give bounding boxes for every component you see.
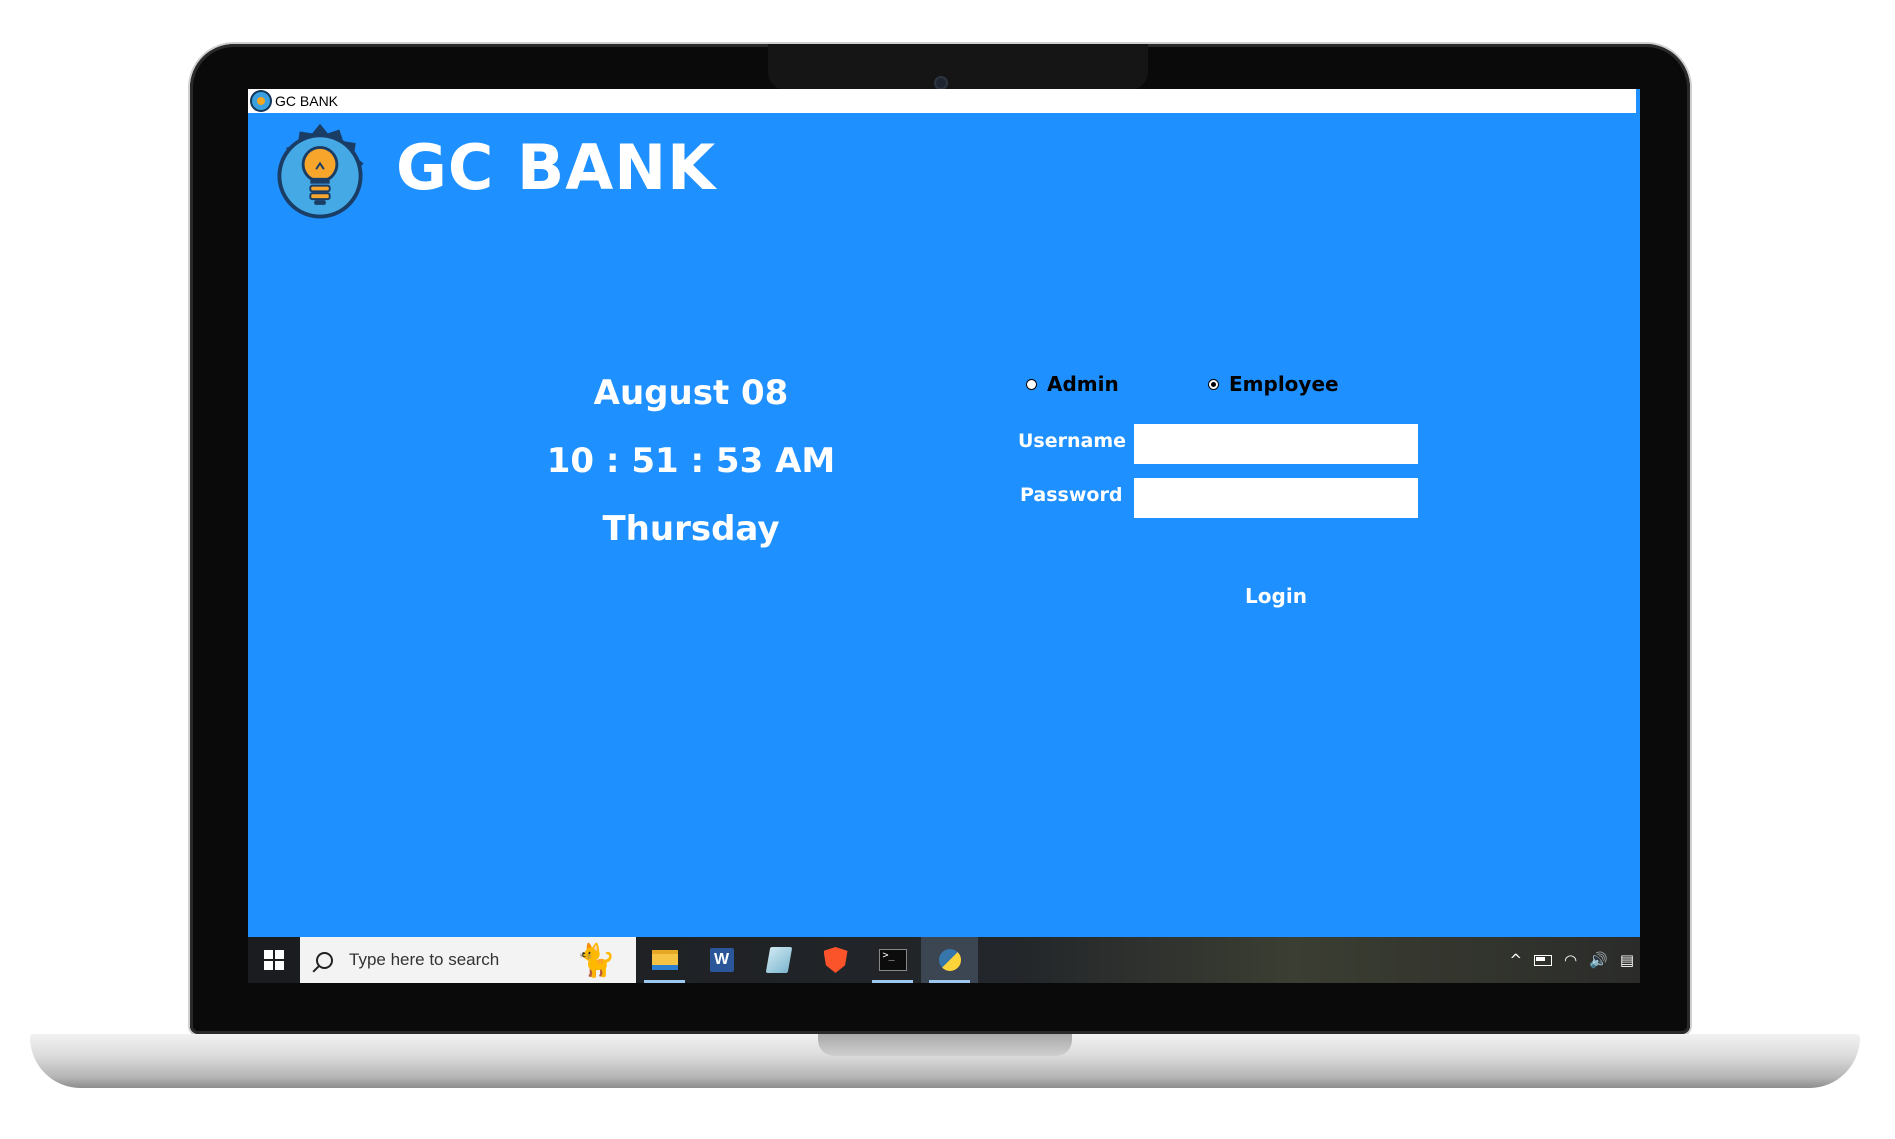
brave-icon	[823, 947, 848, 973]
login-button[interactable]: Login	[1208, 579, 1344, 613]
clock-panel: August 08 10 : 51 : 53 AM Thursday	[528, 359, 854, 563]
python-icon	[938, 949, 961, 971]
system-tray: ^ ◠ 🔊 ▤	[1509, 951, 1640, 969]
volume-icon[interactable]: 🔊	[1589, 951, 1608, 969]
windows-logo-icon	[264, 950, 284, 970]
notifications-icon[interactable]: ▤	[1620, 951, 1634, 969]
current-time: 10 : 51 : 53 AM	[546, 441, 836, 481]
password-field[interactable]	[1134, 478, 1418, 518]
battery-icon[interactable]	[1534, 954, 1553, 966]
terminal-icon: >_	[878, 949, 907, 971]
lightbulb-gear-icon	[277, 123, 364, 219]
brand-title: GC BANK	[396, 131, 717, 204]
current-day: Thursday	[602, 509, 780, 549]
notes-icon	[765, 947, 792, 973]
taskbar: Type here to search 🐈 W >_ ^ ◠ 🔊 ▤	[248, 937, 1640, 983]
username-field[interactable]	[1134, 424, 1418, 464]
window-titlebar[interactable]: GC BANK	[248, 89, 1636, 113]
camera-notch	[768, 44, 1148, 90]
radio-admin-indicator[interactable]	[1026, 378, 1037, 390]
taskbar-app-python[interactable]	[921, 937, 978, 983]
radio-employee[interactable]: Employee	[1208, 372, 1339, 396]
app-window: GC BANK GC BANK August 08 10 : 51 : 53 A…	[248, 89, 1640, 983]
taskbar-app-terminal[interactable]: >_	[864, 937, 921, 983]
webcam	[936, 78, 946, 88]
start-button[interactable]	[248, 937, 300, 983]
taskbar-app-notes[interactable]	[750, 937, 807, 983]
search-icon	[316, 951, 333, 969]
password-label: Password	[1020, 484, 1123, 506]
file-explorer-icon	[651, 950, 678, 970]
radio-admin[interactable]: Admin	[1026, 372, 1119, 396]
word-icon: W	[709, 948, 734, 972]
taskbar-app-word[interactable]: W	[693, 937, 750, 983]
laptop-opening-notch	[818, 1034, 1072, 1056]
taskbar-app-brave[interactable]	[807, 937, 864, 983]
radio-employee-indicator[interactable]	[1208, 378, 1219, 390]
current-date: August 08	[593, 373, 789, 413]
radio-employee-label: Employee	[1229, 372, 1339, 396]
app-title-icon	[252, 92, 270, 110]
cat-icon: 🐈	[576, 941, 616, 979]
window-title: GC BANK	[275, 93, 339, 109]
chevron-up-icon[interactable]: ^	[1509, 951, 1522, 969]
username-label: Username	[1018, 430, 1127, 452]
search-placeholder: Type here to search	[349, 950, 500, 969]
wifi-icon[interactable]: ◠	[1564, 951, 1577, 969]
taskbar-app-file-explorer[interactable]	[636, 937, 693, 983]
radio-admin-label: Admin	[1047, 372, 1119, 396]
taskbar-search[interactable]: Type here to search 🐈	[300, 937, 636, 983]
